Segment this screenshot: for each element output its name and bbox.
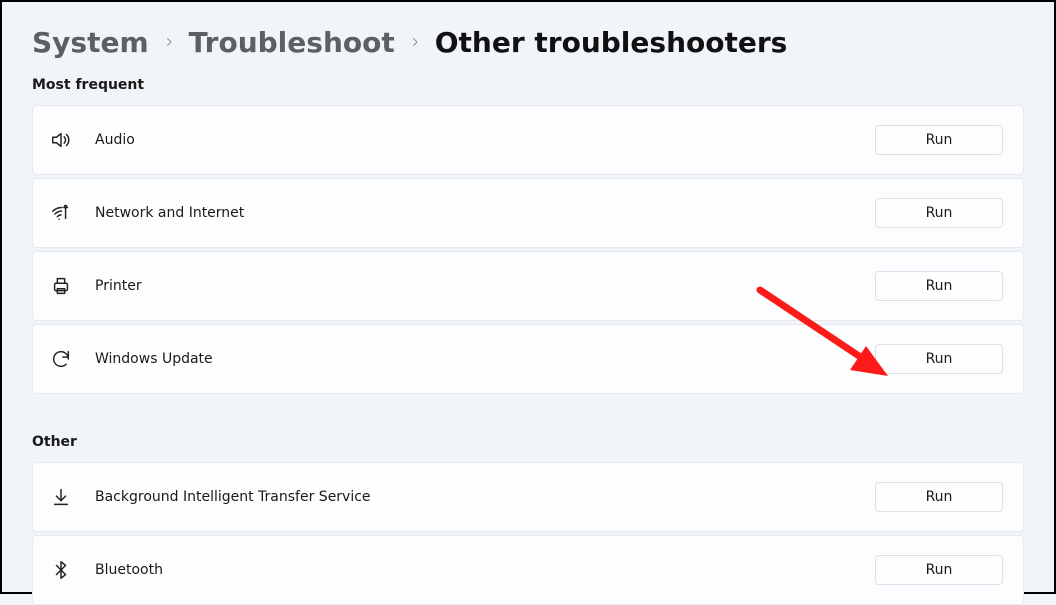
troubleshooter-row-windows-update: Windows Update Run xyxy=(32,324,1024,394)
bluetooth-icon xyxy=(49,558,73,582)
chevron-right-icon xyxy=(163,32,175,53)
troubleshooter-label: Background Intelligent Transfer Service xyxy=(95,489,875,505)
printer-icon xyxy=(49,274,73,298)
network-icon xyxy=(49,201,73,225)
troubleshooter-row-bluetooth: Bluetooth Run xyxy=(32,535,1024,605)
section-label-most-frequent: Most frequent xyxy=(32,77,1024,93)
run-button-bits[interactable]: Run xyxy=(875,482,1003,512)
section-label-other: Other xyxy=(32,434,1024,450)
run-button-audio[interactable]: Run xyxy=(875,125,1003,155)
download-icon xyxy=(49,485,73,509)
troubleshooter-row-bits: Background Intelligent Transfer Service … xyxy=(32,462,1024,532)
run-button-printer[interactable]: Run xyxy=(875,271,1003,301)
troubleshooter-label: Bluetooth xyxy=(95,562,875,578)
most-frequent-list: Audio Run Network and Internet Run xyxy=(32,105,1024,394)
troubleshooter-row-audio: Audio Run xyxy=(32,105,1024,175)
troubleshooter-label: Windows Update xyxy=(95,351,875,367)
run-button-bluetooth[interactable]: Run xyxy=(875,555,1003,585)
other-list: Background Intelligent Transfer Service … xyxy=(32,462,1024,605)
update-icon xyxy=(49,347,73,371)
troubleshooter-row-network: Network and Internet Run xyxy=(32,178,1024,248)
breadcrumb: System Troubleshoot Other troubleshooter… xyxy=(32,26,1024,59)
run-button-network[interactable]: Run xyxy=(875,198,1003,228)
breadcrumb-troubleshoot[interactable]: Troubleshoot xyxy=(189,26,395,59)
audio-icon xyxy=(49,128,73,152)
troubleshooter-label: Printer xyxy=(95,278,875,294)
page-title: Other troubleshooters xyxy=(435,26,788,59)
troubleshooter-label: Audio xyxy=(95,132,875,148)
troubleshooter-row-printer: Printer Run xyxy=(32,251,1024,321)
chevron-right-icon xyxy=(409,32,421,53)
troubleshooter-label: Network and Internet xyxy=(95,205,875,221)
breadcrumb-system[interactable]: System xyxy=(32,26,149,59)
run-button-windows-update[interactable]: Run xyxy=(875,344,1003,374)
